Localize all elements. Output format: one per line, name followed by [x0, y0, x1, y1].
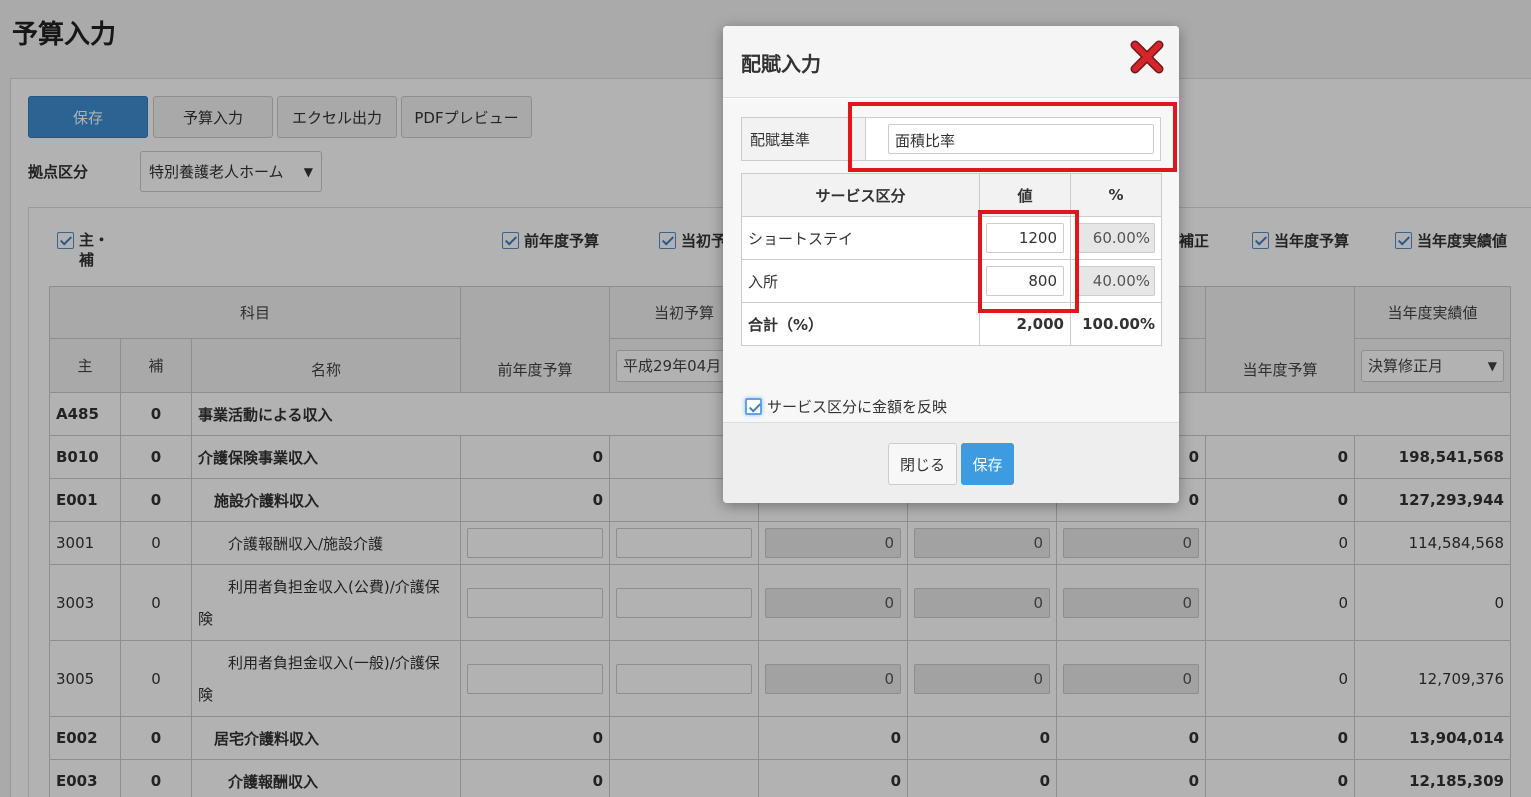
close-icon[interactable]: [1127, 37, 1167, 77]
service-name: 入所: [741, 259, 980, 303]
highlight-values-box: [978, 210, 1079, 313]
allocation-row: 入所 800 40.00%: [741, 259, 1162, 303]
service-name: ショートステイ: [741, 216, 980, 260]
allocation-total-row: 合計（%） 2,000 100.00%: [741, 302, 1162, 346]
dialog-footer: 閉じる 保存: [723, 422, 1179, 503]
service-header: サービス区分: [741, 173, 980, 217]
allocation-percent: 60.00%: [1077, 223, 1155, 253]
highlight-basis-box: [848, 102, 1177, 172]
checkbox-icon: [745, 398, 762, 415]
total-percent: 100.00%: [1070, 302, 1162, 346]
dialog-save-button[interactable]: 保存: [961, 443, 1014, 485]
total-label: 合計（%）: [741, 302, 980, 346]
reflect-amount-checkbox[interactable]: サービス区分に金額を反映: [745, 396, 947, 417]
allocation-dialog: 配賦入力 配賦基準 面積比率 サービス区分 値 % ショートステイ 1200 6…: [723, 26, 1179, 503]
allocation-table: サービス区分 値 % ショートステイ 1200 60.00% 入所 800 40…: [741, 173, 1162, 346]
dialog-title: 配賦入力: [741, 52, 821, 76]
close-button[interactable]: 閉じる: [888, 443, 957, 485]
percent-header: %: [1070, 173, 1162, 217]
allocation-percent: 40.00%: [1077, 266, 1155, 296]
dialog-header: 配賦入力: [723, 26, 1179, 98]
reflect-amount-label: サービス区分に金額を反映: [767, 398, 948, 416]
allocation-row: ショートステイ 1200 60.00%: [741, 216, 1162, 260]
